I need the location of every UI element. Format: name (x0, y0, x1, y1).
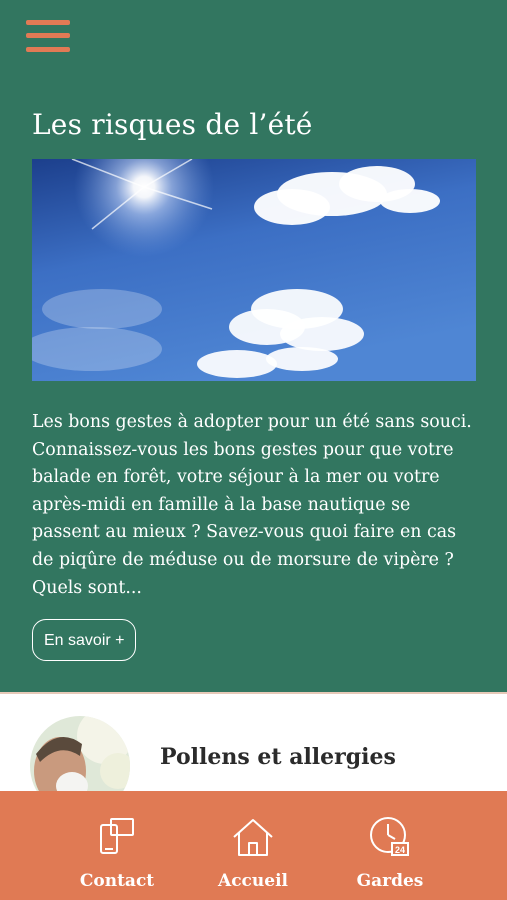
read-more-button[interactable]: En savoir + (32, 619, 137, 661)
menu-bar (26, 47, 70, 52)
tab-gardes-label: Gardes (356, 871, 424, 891)
next-article-title[interactable]: Pollens et allergies (160, 744, 396, 770)
article-image[interactable] (32, 159, 476, 381)
tab-gardes[interactable]: 24 Gardes (320, 791, 460, 900)
article-section: Les risques de l’été Les bons gestes à a… (0, 0, 507, 692)
sunny-sky-photo (32, 159, 476, 381)
bottom-tab-bar: Contact Accueil 24 Gardes (0, 791, 507, 900)
home-icon (233, 819, 273, 856)
hamburger-menu-icon[interactable] (26, 20, 70, 56)
contact-devices-icon (100, 818, 134, 854)
tab-home[interactable]: Accueil (183, 791, 323, 900)
tab-home-label: Accueil (218, 871, 288, 891)
article-title: Les risques de l’été (32, 108, 313, 141)
menu-bar (26, 20, 70, 25)
clock-24h-icon: 24 (370, 817, 409, 856)
menu-bar (26, 33, 70, 38)
tab-contact[interactable]: Contact (47, 791, 187, 900)
tab-contact-label: Contact (79, 871, 155, 891)
svg-text:24: 24 (395, 845, 405, 855)
article-excerpt: Les bons gestes à adopter pour un été sa… (32, 412, 472, 598)
